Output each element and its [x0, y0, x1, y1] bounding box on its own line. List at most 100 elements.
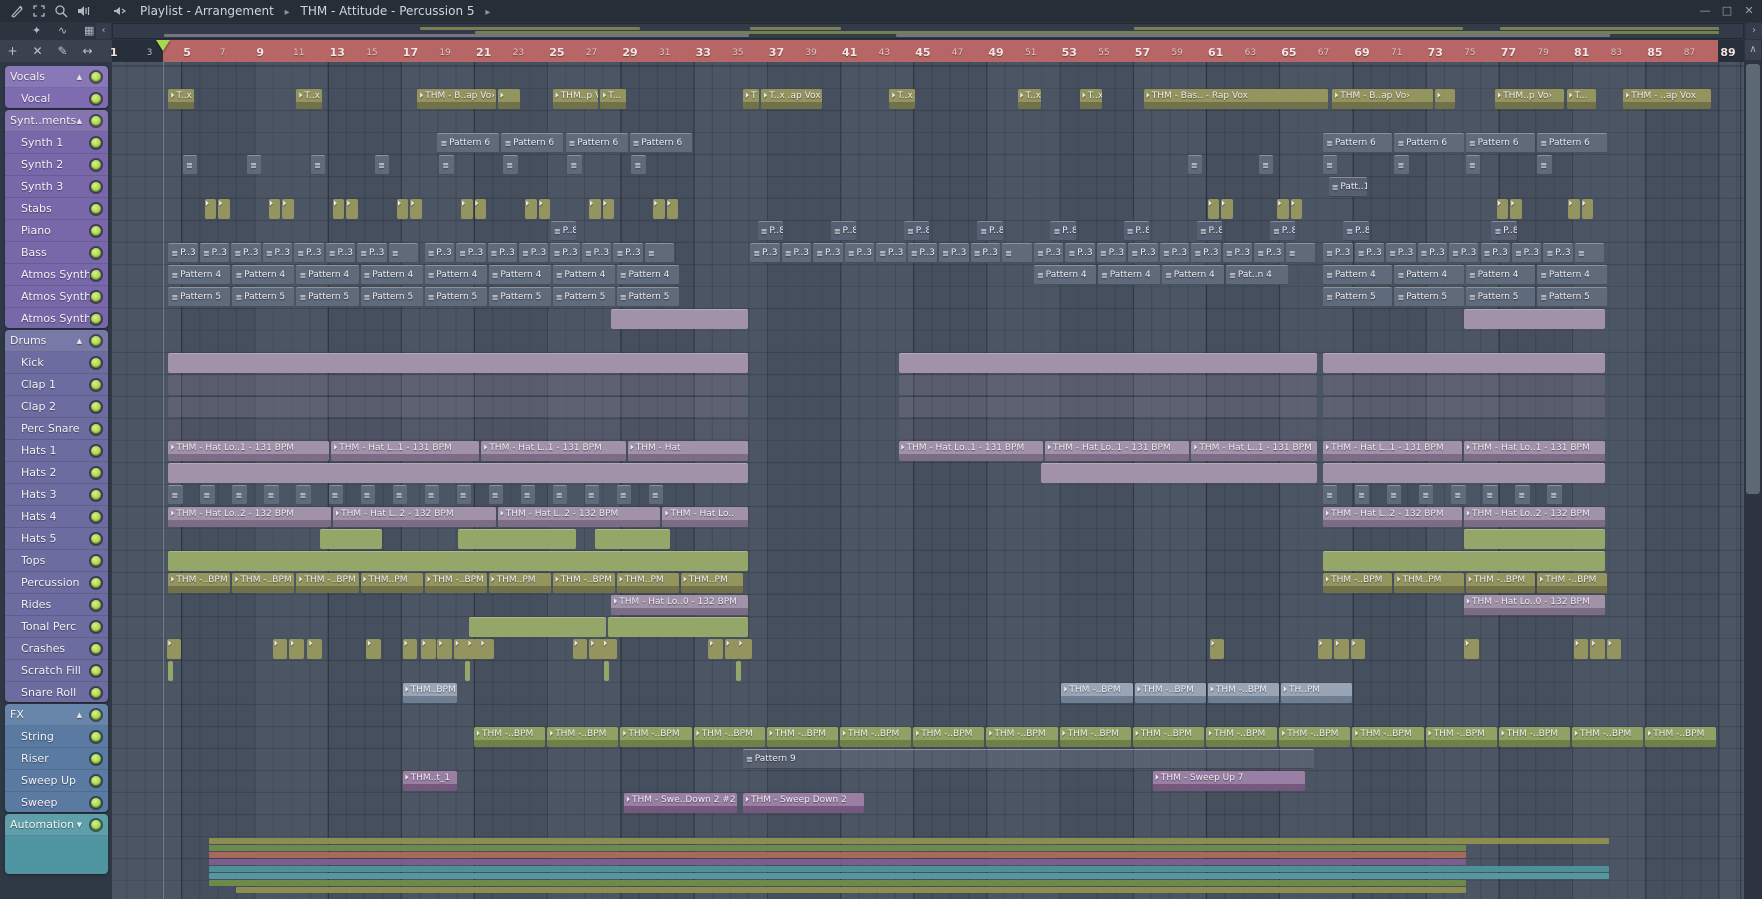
waveform-clip[interactable]	[1323, 419, 1605, 439]
mute-led[interactable]	[91, 314, 101, 324]
pattern-clip[interactable]: ≣Pattern 4	[296, 265, 358, 285]
pattern-clip[interactable]: ≣	[361, 485, 375, 505]
audio-clip[interactable]: ⏵THM - Hat Lo..2 - 132 BPM	[168, 507, 331, 527]
pattern-clip[interactable]: ≣	[183, 155, 197, 175]
audio-clip[interactable]: ⏵THM -..BPM	[1352, 727, 1423, 747]
mute-led[interactable]	[91, 248, 101, 258]
sidebar-track-bass[interactable]: Bass	[5, 242, 108, 264]
waveform-clip[interactable]	[899, 375, 1318, 395]
audio-stab-clip[interactable]: ⏵	[282, 199, 293, 219]
pattern-clip[interactable]: ≣P..3	[1418, 243, 1447, 263]
audio-stab-clip[interactable]: ⏵	[1221, 199, 1232, 219]
pattern-clip[interactable]: ≣Pattern 6	[437, 133, 499, 153]
pattern-clip[interactable]: ≣P..8	[1124, 221, 1149, 241]
audio-clip[interactable]: ⏵THM..PM	[489, 573, 551, 593]
audio-clip[interactable]: ⏵T..x	[1018, 89, 1042, 109]
collapse-arrow-icon[interactable]: ▼	[77, 814, 82, 836]
slip-tool-icon[interactable]: ∿	[58, 24, 67, 38]
pattern-clip[interactable]: ≣	[1286, 243, 1315, 263]
pattern-clip[interactable]: ≣Patt..10	[1329, 177, 1367, 197]
waveform-clip[interactable]	[1323, 375, 1605, 395]
collapse-arrow-icon[interactable]: ▲	[77, 110, 82, 132]
mute-led[interactable]	[91, 424, 101, 434]
pattern-clip[interactable]: ≣P..3	[231, 243, 260, 263]
mute-led[interactable]	[91, 446, 101, 456]
pattern-clip[interactable]: ≣P..3	[939, 243, 968, 263]
mute-led[interactable]	[91, 798, 101, 808]
pattern-clip[interactable]: ≣Pattern 5	[489, 287, 551, 307]
audio-clip[interactable]: ⏵THM -..BPM	[1537, 573, 1606, 593]
waveform-clip[interactable]	[320, 529, 382, 549]
sidebar-track-string[interactable]: String	[5, 726, 108, 748]
pattern-clip[interactable]: ≣Pattern 4	[1162, 265, 1224, 285]
pattern-clip[interactable]: ≣Pattern 6	[566, 133, 628, 153]
pattern-clip[interactable]: ≣P..3	[971, 243, 1000, 263]
pattern-clip[interactable]: ≣P..8	[551, 221, 576, 241]
pattern-clip[interactable]: ≣Pattern 6	[501, 133, 563, 153]
minimize-button[interactable]: —	[1696, 3, 1714, 19]
sidebar-track-stabs[interactable]: Stabs	[5, 198, 108, 220]
mute-led[interactable]	[91, 270, 101, 280]
sidebar-track-tops[interactable]: Tops	[5, 550, 108, 572]
sidebar-track-piano[interactable]: Piano	[5, 220, 108, 242]
waveform-clip[interactable]	[168, 353, 748, 373]
pattern-clip[interactable]: ≣P..3	[456, 243, 485, 263]
audio-stab-clip[interactable]: ⏵	[269, 199, 280, 219]
pattern-clip[interactable]: ≣	[645, 243, 674, 263]
pattern-clip[interactable]: ≣P..3	[1223, 243, 1252, 263]
sidebar-track-tonal-perc[interactable]: Tonal Perc	[5, 616, 108, 638]
sidebar-track-sweep-up[interactable]: Sweep Up	[5, 770, 108, 792]
audio-clip[interactable]: ⏵THM -..BPM	[1135, 683, 1206, 703]
sidebar-track-synth-3[interactable]: Synth 3	[5, 176, 108, 198]
mute-led[interactable]	[91, 292, 101, 302]
pattern-clip[interactable]: ≣	[521, 485, 535, 505]
mute-led[interactable]	[91, 226, 101, 236]
mute-led[interactable]	[91, 72, 101, 82]
mute-led[interactable]	[91, 468, 101, 478]
audio-clip[interactable]: ⏵THM - Hat Lo..2 - 132 BPM	[1464, 507, 1605, 527]
audio-stab-clip[interactable]: ⏵	[1334, 639, 1349, 659]
audio-stab-clip[interactable]: ⏵	[167, 639, 182, 659]
sidebar-track-hats-3[interactable]: Hats 3	[5, 484, 108, 506]
audio-clip[interactable]: ⏵THM -..BPM	[1133, 727, 1204, 747]
pattern-clip[interactable]: ≣Pattern 4	[1034, 265, 1096, 285]
pattern-clip[interactable]: ≣Pattern 6	[1537, 133, 1606, 153]
audio-clip[interactable]: ⏵THM -..BPM	[1279, 727, 1350, 747]
audio-clip[interactable]: ⏵THM -..BPM	[1061, 683, 1132, 703]
waveform-clip[interactable]	[608, 617, 749, 637]
pattern-clip[interactable]: ≣	[389, 243, 418, 263]
pattern-clip[interactable]: ≣	[425, 485, 439, 505]
waveform-clip[interactable]	[1041, 463, 1317, 483]
pattern-clip[interactable]: ≣Pattern 5	[1466, 287, 1535, 307]
sidebar-track-crashes[interactable]: Crashes	[5, 638, 108, 660]
audio-clip[interactable]: ⏵THM - Hat L..2 - 132 BPM	[498, 507, 661, 527]
audio-stab-clip[interactable]: ⏵	[205, 199, 216, 219]
pattern-clip[interactable]: ≣Pattern 4	[168, 265, 230, 285]
mute-led[interactable]	[91, 402, 101, 412]
audio-clip[interactable]: ⏵THM -..BPM	[474, 727, 545, 747]
audio-stab-clip[interactable]: ⏵	[1607, 639, 1622, 659]
volume-speaker-icon[interactable]	[72, 3, 94, 19]
audio-clip[interactable]: ⏵THM -..BPM	[547, 727, 618, 747]
pattern-clip[interactable]: ≣P..3	[813, 243, 842, 263]
automation-clip[interactable]	[209, 859, 1466, 865]
pattern-clip[interactable]: ≣Pattern 4	[1098, 265, 1160, 285]
mute-led[interactable]	[91, 160, 101, 170]
pattern-clip[interactable]: ≣P..3	[613, 243, 642, 263]
audio-clip[interactable]: ⏵THM..t_1	[403, 771, 458, 791]
vscroll-thumb[interactable]	[1746, 64, 1760, 494]
audio-clip[interactable]: ⏵THM -..BPM	[694, 727, 765, 747]
pattern-clip[interactable]: ≣	[1466, 155, 1480, 175]
sliver-clip[interactable]	[604, 661, 609, 681]
close-button[interactable]: ✕	[1740, 3, 1758, 19]
pattern-clip[interactable]: ≣P..3	[1355, 243, 1384, 263]
audio-stab-clip[interactable]: ⏵	[366, 639, 381, 659]
pattern-clip[interactable]: ≣	[567, 155, 581, 175]
collapse-arrow-icon[interactable]: ▲	[77, 704, 82, 726]
audio-stab-clip[interactable]: ⏵	[1497, 199, 1508, 219]
pattern-clip[interactable]: ≣Pattern 5	[361, 287, 423, 307]
pattern-clip[interactable]: ≣P..3	[519, 243, 548, 263]
audio-clip[interactable]: ⏵THM - Hat Lo..0 - 132 BPM	[611, 595, 748, 615]
group-header-vocals[interactable]: Vocals▲	[5, 66, 108, 88]
audio-clip[interactable]: ⏵THM -..BPM	[767, 727, 838, 747]
